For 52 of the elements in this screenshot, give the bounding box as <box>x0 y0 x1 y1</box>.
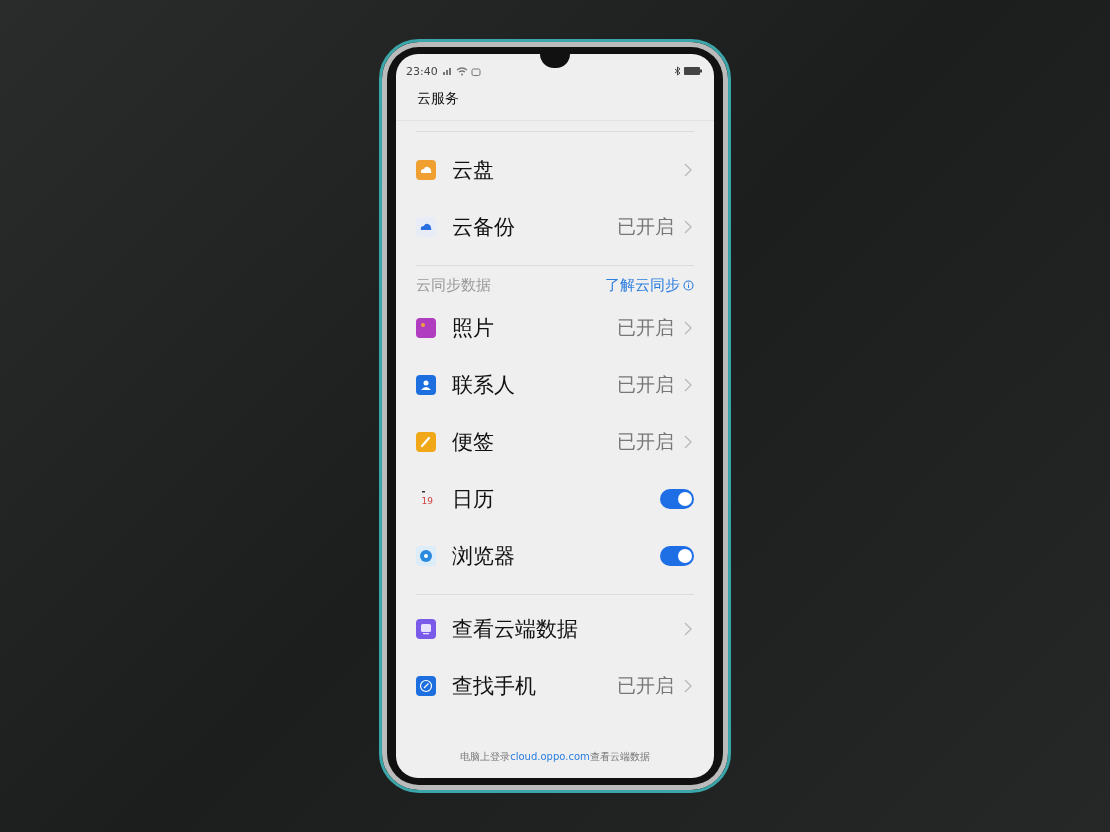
settings-row[interactable]: 便签 已开启 <box>416 413 694 470</box>
chevron-icon <box>684 434 692 449</box>
toggle-switch[interactable] <box>660 545 694 566</box>
row-label: 照片 <box>452 314 494 342</box>
chevron-icon <box>684 162 692 177</box>
battery-icon <box>684 67 702 75</box>
learn-sync-link[interactable]: 了解云同步 <box>605 275 680 295</box>
chevron-icon <box>684 621 692 636</box>
cloud-link[interactable]: cloud.oppo.com <box>510 751 590 762</box>
photo-icon <box>416 317 436 338</box>
row-label: 云备份 <box>452 213 515 241</box>
row-label: 查看云端数据 <box>452 615 578 643</box>
monitor-icon <box>416 618 436 639</box>
settings-row[interactable]: 云备份 已开启 <box>416 198 694 255</box>
settings-row[interactable]: 浏览器 <box>416 527 694 584</box>
signal-icon <box>442 67 453 75</box>
settings-row[interactable]: 联系人 已开启 <box>416 356 694 413</box>
row-label: 云盘 <box>452 156 494 184</box>
toggle-switch[interactable] <box>660 488 694 509</box>
wifi-icon <box>455 66 468 76</box>
settings-row[interactable]: 照片 已开启 <box>416 299 694 356</box>
settings-row[interactable]: 查看云端数据 <box>416 600 694 657</box>
bluetooth-icon <box>674 66 681 76</box>
compass-icon <box>416 675 436 696</box>
settings-row[interactable]: 云盘 <box>416 141 694 198</box>
status-time: 23:40 <box>406 64 438 78</box>
chevron-icon <box>684 377 692 392</box>
pencil-icon <box>416 431 436 452</box>
status-value: 已开启 <box>617 371 674 397</box>
status-value: 已开启 <box>617 428 674 454</box>
status-value: 已开启 <box>617 314 674 340</box>
row-label: 日历 <box>452 485 494 513</box>
row-label: 浏览器 <box>452 542 515 570</box>
row-label: 联系人 <box>452 371 515 399</box>
cloud-icon <box>416 159 436 180</box>
chevron-icon <box>684 678 692 693</box>
page-title: 云服务 <box>416 89 460 108</box>
section-title: 云同步数据 <box>416 275 492 295</box>
footer-text: 电脑上登录cloud.oppo.com查看云端数据 <box>460 751 650 762</box>
cloud-icon <box>416 216 436 237</box>
info-icon <box>683 279 694 291</box>
chevron-icon <box>684 219 692 234</box>
row-label: 查找手机 <box>452 672 536 700</box>
person-icon <box>416 374 436 395</box>
status-value: 已开启 <box>617 213 674 239</box>
chevron-icon <box>684 320 692 335</box>
settings-row[interactable]: 19 日历 <box>416 470 694 527</box>
hd-icon <box>470 66 481 76</box>
status-value: 已开启 <box>617 672 674 698</box>
settings-row[interactable]: 查找手机 已开启 <box>416 657 694 714</box>
row-label: 便签 <box>452 428 494 456</box>
camera-notch <box>540 54 570 68</box>
